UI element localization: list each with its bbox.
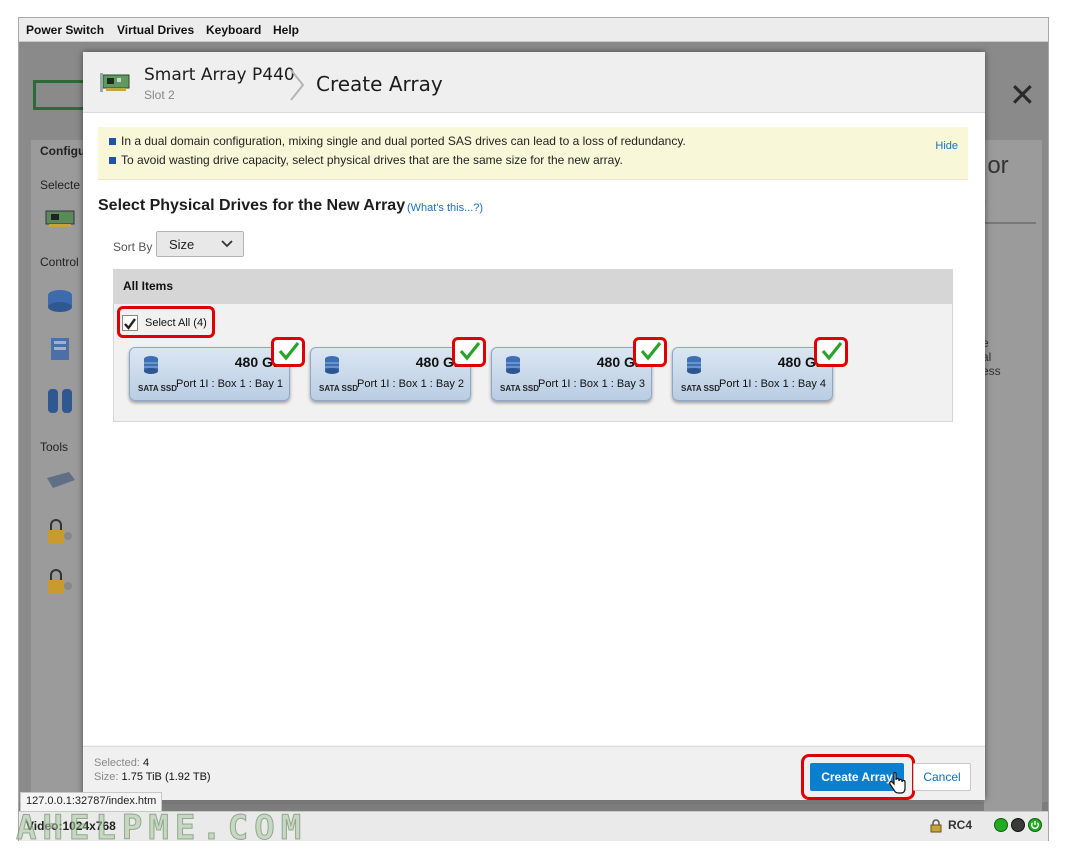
close-icon[interactable]: ✕ (1009, 76, 1036, 114)
background-right-panel: t or r. e al ess (974, 140, 1042, 830)
drive-tile-bay-3[interactable]: SATA SSD 480 GB Port 1I : Box 1 : Bay 3 (491, 337, 667, 401)
drive-type: SATA SSD (138, 384, 177, 393)
ssd-icon (144, 356, 158, 374)
sidebar-controllers-label: Control (40, 255, 79, 269)
lock-key-icon[interactable] (45, 518, 75, 544)
controller-title: Smart Array P440 (144, 65, 295, 85)
menubar: Power Switch Virtual Drives Keyboard Hel… (19, 18, 1048, 42)
drive-tile-bay-2[interactable]: SATA SSD 480 GB Port 1I : Box 1 : Bay 2 (310, 337, 486, 401)
drive-type: SATA SSD (681, 384, 720, 393)
controller-card-icon[interactable] (45, 208, 75, 234)
menu-power-switch[interactable]: Power Switch (26, 23, 104, 37)
controller-slot: Slot 2 (144, 88, 175, 102)
create-array-dialog: Smart Array P440 Slot 2 Create Array In … (83, 52, 985, 800)
server-icon[interactable] (45, 336, 75, 362)
all-items-header: All Items (114, 270, 952, 304)
remote-console-window: Power Switch Virtual Drives Keyboard Hel… (19, 18, 1048, 841)
sort-by-select[interactable]: Size (156, 231, 244, 257)
ssd-icon (687, 356, 701, 374)
ssd-icon (325, 356, 339, 374)
hide-notice-link[interactable]: Hide (935, 140, 958, 152)
tool-drive-icon[interactable] (45, 470, 75, 496)
hpe-logo (33, 80, 89, 110)
menu-help[interactable]: Help (273, 23, 299, 37)
dialog-footer: Selected: 4 Size: 1.75 TiB (1.92 TB) Cre… (83, 746, 985, 800)
watermark: AHELPME.COM (15, 808, 308, 849)
drive-type: SATA SSD (500, 384, 539, 393)
sidebar-selected-label: Selecte (40, 178, 81, 192)
power-icon[interactable] (1028, 818, 1042, 832)
select-all-checkbox[interactable] (122, 315, 138, 331)
drive-location: Port 1I : Box 1 : Bay 1 (176, 378, 283, 390)
menu-virtual-drives[interactable]: Virtual Drives (117, 23, 194, 37)
notice-panel: In a dual domain configuration, mixing s… (98, 127, 968, 180)
drive-type: SATA SSD (319, 384, 358, 393)
drive-tile-bay-1[interactable]: SATA SSD 480 GB Port 1I : Box 1 : Bay 1 (129, 337, 305, 401)
whats-this-link[interactable]: (What's this...?) (407, 202, 483, 214)
sort-by-value: Size (169, 237, 195, 252)
notice-line: In a dual domain configuration, mixing s… (109, 134, 686, 148)
status-led-off-icon (1011, 818, 1025, 832)
status-led-green-icon (994, 818, 1008, 832)
hand-cursor-icon (889, 772, 906, 794)
breadcrumb-chevron-icon (288, 68, 306, 106)
bullet-icon (109, 157, 116, 164)
selected-size: Size: 1.75 TiB (1.92 TB) (94, 771, 211, 783)
drive-location: Port 1I : Box 1 : Bay 4 (719, 378, 826, 390)
sidebar-tools-label: Tools (40, 440, 69, 454)
lock-key-icon-2[interactable] (45, 568, 75, 594)
drive-selected-check[interactable] (271, 337, 305, 367)
sidebar-heading: Configu (40, 144, 86, 158)
chevron-down-icon (221, 240, 233, 248)
encryption-label: RC4 (948, 818, 973, 832)
bullet-icon (109, 138, 116, 145)
sort-by-label: Sort By (113, 240, 153, 254)
lock-icon (930, 819, 942, 833)
controller-card-icon (99, 72, 131, 98)
ssd-icon (506, 356, 520, 374)
checkmark-icon (459, 342, 481, 361)
drives-icon[interactable] (45, 386, 75, 413)
page-title: Create Array (316, 72, 443, 96)
checkmark-icon (124, 318, 136, 330)
notice-line: To avoid wasting drive capacity, select … (109, 153, 623, 167)
drive-selected-check[interactable] (814, 337, 848, 367)
checkmark-icon (821, 342, 843, 361)
drive-tile-bay-4[interactable]: SATA SSD 480 GB Port 1I : Box 1 : Bay 4 (672, 337, 848, 401)
checkmark-icon (640, 342, 662, 361)
drive-selected-check[interactable] (633, 337, 667, 367)
array-icon[interactable] (45, 288, 75, 314)
dialog-header: Smart Array P440 Slot 2 Create Array (83, 52, 985, 113)
drive-location: Port 1I : Box 1 : Bay 2 (357, 378, 464, 390)
checkmark-icon (278, 342, 300, 361)
drive-selected-check[interactable] (452, 337, 486, 367)
section-title: Select Physical Drives for the New Array (98, 197, 406, 214)
menu-keyboard[interactable]: Keyboard (206, 23, 261, 37)
select-all-label[interactable]: Select All (4) (145, 317, 207, 329)
selected-count: Selected: 4 (94, 757, 150, 769)
cancel-button[interactable]: Cancel (913, 763, 971, 791)
dialog-body: In a dual domain configuration, mixing s… (83, 113, 985, 745)
drive-location: Port 1I : Box 1 : Bay 3 (538, 378, 645, 390)
